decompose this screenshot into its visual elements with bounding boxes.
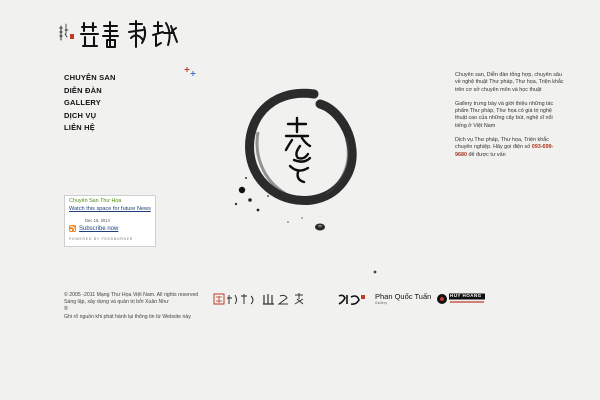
partner-name: Phan Quốc Tuấn <box>375 292 432 301</box>
site-description: Chuyên san, Diễn đàn tổng hợp, chuyên sâ… <box>455 72 565 166</box>
partner-logo-son-chi[interactable] <box>262 292 312 306</box>
description-dich-vu-tail: để được tư vấn <box>467 151 506 158</box>
ink-brush-icon <box>338 294 365 305</box>
site-logo[interactable] <box>58 18 208 52</box>
description-gallery: Gallery trưng bày và giới thiệu những tá… <box>455 100 554 129</box>
main-nav: Chuyên san Diễn đàn Gallery Dịch vụ Liên… <box>64 72 116 135</box>
footer-line-founder: Sáng lập, xây dựng và quản trị bởi Xuân … <box>64 299 169 306</box>
partner-logo-ink[interactable] <box>337 292 367 306</box>
brush-calligraphy-icon <box>263 293 304 305</box>
footer-line-source-text: Ghi rõ nguồn khi phát hành lại thông tin… <box>64 313 191 320</box>
feed-widget: Chuyên San Thư Họa Watch this space for … <box>64 195 156 247</box>
copyright-icon: ® <box>64 306 68 313</box>
sparkle-icon <box>183 65 197 77</box>
nav-item-chuyen-san[interactable]: Chuyên san <box>64 72 116 85</box>
ink-dot-decoration <box>373 270 377 274</box>
description-chuyen-san: Chuyên san, Diễn đàn tổng hợp, chuyên sâ… <box>455 72 564 93</box>
ink-enso-artwork <box>228 82 368 242</box>
rss-icon <box>69 225 76 232</box>
partner-name-sub: Gallery <box>375 301 388 305</box>
footer-line-source: ® Ghi rõ nguồn khi phát hành lại thông t… <box>64 306 224 320</box>
description-dich-vu: Dịch vụ Thư pháp, Thư họa, Triện khắc ch… <box>455 137 565 159</box>
feed-title[interactable]: Chuyên San Thư Họa <box>65 196 155 204</box>
partner-huy-hoang[interactable]: HUY HOANG <box>436 292 486 306</box>
nav-item-lien-he[interactable]: Liên hệ <box>64 122 116 135</box>
nav-item-dich-vu[interactable]: Dịch vụ <box>64 110 116 123</box>
feed-powered-by: POWERED BY FEEDBURNER <box>69 237 134 241</box>
partner-logo-seal[interactable] <box>213 292 257 306</box>
footer-copyright: © 2005 -2011 Mạng Thư Họa Việt Nam. All … <box>64 292 224 321</box>
seal-calligraphy-icon <box>213 293 254 305</box>
calligraphy-logo-icon <box>59 20 178 48</box>
feed-post-link[interactable]: Watch this space for future News <box>65 204 155 213</box>
feed-post-date: Dec 16, 2014 <box>85 218 110 223</box>
nav-item-dien-dan[interactable]: Diễn đàn <box>64 85 116 98</box>
partner-brand: HUY HOANG <box>450 293 482 299</box>
subscribe-label: Subscribe now <box>79 225 119 232</box>
nav-item-gallery[interactable]: Gallery <box>64 97 116 110</box>
partner-phan-quoc-tuan[interactable]: Phan Quốc Tuấn Gallery <box>375 292 431 306</box>
subscribe-link[interactable]: Subscribe now <box>69 225 118 232</box>
